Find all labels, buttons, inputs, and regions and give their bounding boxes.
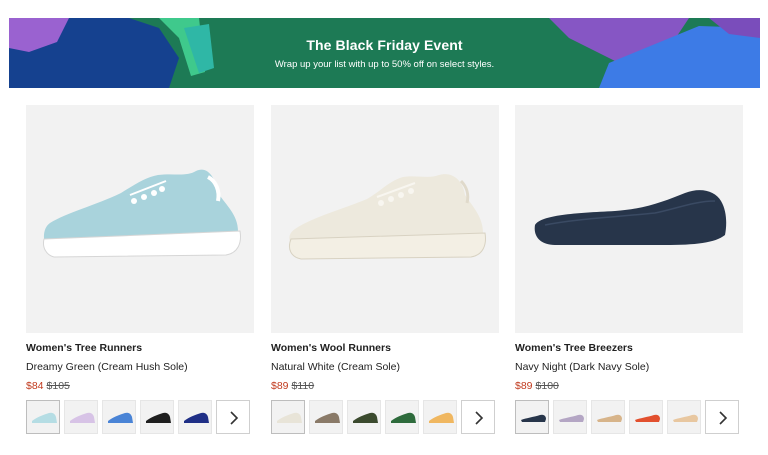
flat-swatch-icon [521,414,546,422]
original-price: $105 [46,380,70,392]
next-swatches-button[interactable] [216,400,250,434]
product-color-name: Natural White (Cream Sole) [271,361,400,373]
color-swatch[interactable] [178,400,212,434]
product-image[interactable] [515,105,743,333]
color-swatch[interactable] [140,400,174,434]
original-price: $100 [535,380,559,392]
banner-title: The Black Friday Event [306,37,463,53]
color-swatch[interactable] [667,400,701,434]
shoe-swatch-icon [184,412,209,423]
product-card[interactable]: Women's Tree Breezers Navy Night (Dark N… [515,105,743,434]
color-swatch[interactable] [629,400,663,434]
shoe-swatch-icon [277,412,302,423]
price-row: $89 $100 [515,380,559,392]
color-swatch[interactable] [553,400,587,434]
product-card[interactable]: Women's Tree Runners Dreamy Green (Cream… [26,105,254,434]
color-swatches [271,400,499,434]
color-swatch[interactable] [309,400,343,434]
shoe-swatch-icon [70,412,95,423]
product-name[interactable]: Women's Tree Breezers [515,342,633,354]
shoe-swatch-icon [32,412,57,423]
shoe-swatch-icon [315,412,340,423]
color-swatches [26,400,254,434]
product-image[interactable] [271,105,499,333]
color-swatch[interactable] [423,400,457,434]
next-swatches-button[interactable] [705,400,739,434]
color-swatch[interactable] [515,400,549,434]
shoe-swatch-icon [108,412,133,423]
color-swatch[interactable] [64,400,98,434]
shoe-swatch-icon [353,412,378,423]
product-name[interactable]: Women's Tree Runners [26,342,142,354]
flat-swatch-icon [597,414,622,422]
runner-shoe-icon [288,174,486,260]
color-swatch[interactable] [26,400,60,434]
price-row: $89 $110 [271,380,314,392]
color-swatches [515,400,743,434]
shoe-swatch-icon [146,412,171,423]
original-price: $110 [291,380,315,392]
black-friday-banner[interactable]: The Black Friday Event Wrap up your list… [9,18,760,88]
color-swatch[interactable] [385,400,419,434]
product-color-name: Navy Night (Dark Navy Sole) [515,361,650,373]
chevron-right-icon [719,411,728,425]
color-swatch[interactable] [102,400,136,434]
flat-swatch-icon [559,414,584,422]
product-image[interactable] [26,105,254,333]
product-name[interactable]: Women's Wool Runners [271,342,391,354]
shoe-swatch-icon [429,412,454,423]
color-swatch[interactable] [271,400,305,434]
flat-swatch-icon [635,414,660,422]
sale-price: $89 [271,380,289,392]
chevron-right-icon [230,411,239,425]
product-color-name: Dreamy Green (Cream Hush Sole) [26,361,188,373]
next-swatches-button[interactable] [461,400,495,434]
chevron-right-icon [475,411,484,425]
flat-swatch-icon [673,414,698,422]
banner-subtitle: Wrap up your list with up to 50% off on … [274,59,495,70]
sale-price: $84 [26,380,44,392]
sale-price: $89 [515,380,533,392]
banner-text: The Black Friday Event Wrap up your list… [9,18,760,88]
color-swatch[interactable] [591,400,625,434]
flat-shoe-icon [534,190,727,245]
product-card[interactable]: Women's Wool Runners Natural White (Crea… [271,105,499,434]
price-row: $84 $105 [26,380,70,392]
shoe-swatch-icon [391,412,416,423]
runner-shoe-icon [43,169,241,258]
color-swatch[interactable] [347,400,381,434]
